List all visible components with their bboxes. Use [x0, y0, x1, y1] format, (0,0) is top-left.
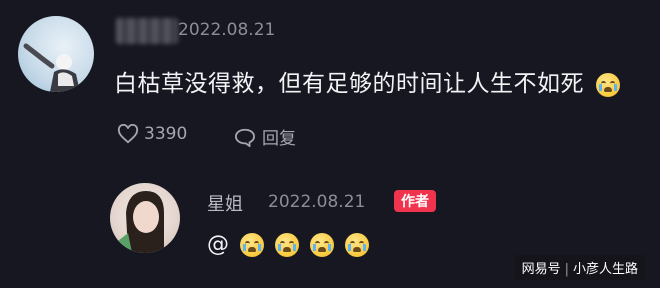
heart-icon	[117, 124, 139, 144]
watermark-site: 网易号	[521, 262, 561, 277]
watermark-author: 小彦人生路	[572, 262, 638, 277]
crying-emoji-icon	[595, 72, 620, 97]
reply-label: 回复	[262, 129, 296, 149]
author-avatar[interactable]	[110, 183, 180, 253]
comment-bubble-icon	[234, 128, 256, 147]
author-name[interactable]: 星姐	[207, 190, 243, 216]
author-badge: 作者	[394, 190, 436, 212]
like-button[interactable]: 3390	[117, 124, 187, 144]
watermark-separator: |	[564, 262, 569, 277]
comment-date: 2022.08.21	[178, 20, 276, 40]
comment-text: 白枯草没得救，但有足够的时间让人生不如死	[114, 64, 620, 98]
like-count: 3390	[144, 124, 188, 144]
crying-emoji-icon	[275, 232, 299, 257]
watermark: 网易号 | 小彦人生路	[513, 255, 646, 280]
person-portrait-icon	[116, 191, 164, 253]
reply-button[interactable]: 回复	[234, 124, 296, 149]
comment-text-content: 白枯草没得救，但有足够的时间让人生不如死	[114, 71, 584, 97]
reply-text: @	[207, 232, 369, 257]
commenter-name-blurred	[116, 18, 178, 44]
person-silhouette-icon	[23, 43, 80, 92]
reply-date: 2022.08.21	[268, 192, 366, 212]
crying-emoji-icon	[345, 232, 369, 257]
crying-emoji-icon	[310, 232, 334, 257]
at-symbol: @	[207, 232, 229, 257]
crying-emoji-icon	[240, 232, 264, 257]
commenter-avatar[interactable]	[18, 16, 94, 92]
